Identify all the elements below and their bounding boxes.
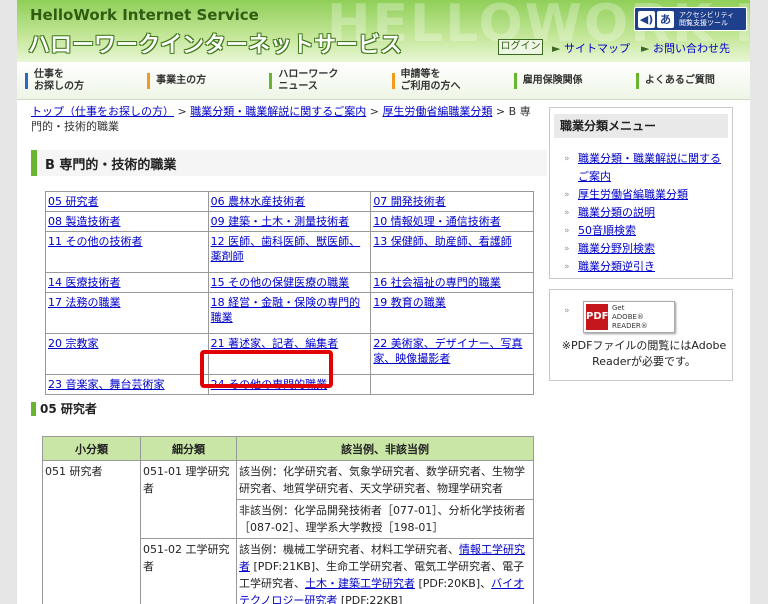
adobe-reader-box: » PDF Get ADOBE® READER® ※PDFファイルの閲覧にはAd… [549, 289, 733, 381]
speaker-icon: ◀) [638, 10, 655, 28]
nav-applications[interactable]: 申請等を ご利用の方へ [384, 62, 506, 99]
adobe-reader-label: Get ADOBE® READER® [612, 303, 648, 330]
double-arrow-icon: » [564, 226, 570, 236]
pdf-note: ※PDFファイルの閲覧にはAdobe Readerが必要です。 [561, 339, 727, 368]
site-logo-english[interactable]: HelloWork Internet Service [30, 6, 259, 24]
classification-detail-table: 小分類 細分類 該当例、非該当例 051 研究者 051-01 理学研究者 該当… [42, 436, 534, 604]
nav-marker [391, 72, 395, 89]
double-arrow-icon: » [564, 262, 570, 272]
double-arrow-icon: » [564, 190, 570, 200]
arrow-right-icon: ► [641, 42, 653, 55]
occupation-link[interactable]: 15 その他の保健医療の職業 [211, 276, 350, 289]
accessibility-label: アクセシビリティ 閲覧支援ツール [679, 11, 735, 27]
breadcrumb-top-link[interactable]: トップ（仕事をお探しの方） [31, 105, 174, 118]
breadcrumb-classification-link[interactable]: 厚生労働省編職業分類 [382, 105, 492, 118]
occupation-link[interactable]: 19 教育の職業 [373, 296, 446, 309]
nav-marker [513, 72, 517, 89]
occupation-link[interactable]: 08 製造技術者 [48, 215, 121, 228]
occupation-link[interactable]: 22 美術家、デザイナー、写真家、映像撮影者 [373, 337, 522, 365]
column-header: 該当例、非該当例 [236, 436, 534, 461]
global-nav: 仕事を お探しの方 事業主の方 ハローワーク ニュース 申請等を ご利用の方へ … [17, 62, 750, 100]
table-row: 051 研究者 051-01 理学研究者 該当例：化学研究者、気象学研究者、数学… [42, 460, 534, 604]
table-row: 05 研究者 06 農林水産技術者 07 開発技術者 [45, 191, 534, 212]
hiragana-icon: あ [657, 10, 674, 28]
nav-faq[interactable]: よくあるご質問 [628, 62, 750, 99]
occupation-link[interactable]: 06 農林水産技術者 [211, 195, 306, 208]
sidebar-item: » 厚生労働省編職業分類 [564, 186, 728, 204]
nav-employment-insurance[interactable]: 雇用保険関係 [506, 62, 628, 99]
sitemap-link[interactable]: ► サイトマップ [552, 40, 630, 56]
page: HELLOWORK INTER HelloWork Internet Servi… [17, 0, 750, 604]
occupation-link[interactable]: 17 法務の職業 [48, 296, 121, 309]
nav-marker [635, 72, 639, 89]
nav-news[interactable]: ハローワーク ニュース [261, 62, 383, 99]
table-row: 17 法務の職業 18 経営・金融・保険の専門的職業 19 教育の職業 [45, 292, 534, 334]
occupation-link[interactable]: 21 著述家、記者、編集者 [211, 337, 339, 350]
minor-class-cell: 051 研究者 [42, 460, 141, 604]
examples-cell: 該当例：機械工学研究者、材料工学研究者、情報工学研究者 [PDF:21KB]、生… [236, 538, 534, 604]
nav-job-seekers[interactable]: 仕事を お探しの方 [17, 62, 139, 99]
table-row: 11 その他の技術者 12 医師、歯科医師、獣医師、薬剤師 13 保健師、助産師… [45, 231, 534, 273]
heading-marker [31, 401, 36, 416]
detail-class-cell: 051-02 工学研究者 [140, 538, 237, 604]
sidebar-menu: 職業分類メニュー » 職業分類・職業解説に関するご案内 » 厚生労働省編職業分類 »… [549, 107, 733, 279]
double-arrow-icon: » [564, 208, 570, 218]
nav-marker [25, 72, 28, 89]
login-button[interactable]: ログイン [498, 39, 543, 55]
subsection-heading: 05 研究者 [31, 400, 97, 417]
occupation-link[interactable]: 12 医師、歯科医師、獣医師、薬剤師 [211, 235, 361, 263]
occupation-link[interactable]: 09 建築・土木・測量技術者 [211, 215, 350, 228]
non-examples-cell: 非該当例：化学品開発技術者［077-01］、分析化学技術者［087-02］、理学… [236, 499, 534, 539]
double-arrow-icon: » [564, 306, 570, 316]
occupation-link[interactable]: 07 開発技術者 [373, 195, 446, 208]
nav-employers[interactable]: 事業主の方 [139, 62, 261, 99]
sidebar-item: » 職業分類逆引き [564, 258, 728, 276]
page-title: B 専門的・技術的職業 [31, 150, 547, 176]
double-arrow-icon: » [564, 244, 570, 254]
occupation-link[interactable]: 11 その他の技術者 [48, 235, 143, 248]
pdf-icon: PDF [586, 304, 608, 330]
sidebar-title: 職業分類メニュー [554, 114, 728, 138]
column-header: 小分類 [42, 436, 141, 461]
arrow-right-icon: ► [552, 42, 564, 55]
double-arrow-icon: » [564, 154, 570, 164]
sidebar-item: » 職業分類・職業解説に関するご案内 [564, 152, 721, 183]
site-header: HELLOWORK INTER HelloWork Internet Servi… [17, 0, 750, 62]
occupation-link[interactable]: 05 研究者 [48, 195, 99, 208]
accessibility-tool-button[interactable]: ◀) あ アクセシビリティ 閲覧支援ツール [634, 7, 747, 31]
occupation-link[interactable]: 13 保健師、助産師、看護師 [373, 235, 512, 248]
occupation-link[interactable]: 20 宗教家 [48, 337, 99, 350]
nav-marker [269, 72, 273, 89]
detail-class-cell: 051-01 理学研究者 [140, 460, 237, 539]
empty-cell [370, 374, 534, 395]
breadcrumb: トップ（仕事をお探しの方） > 職業分類・職業解説に関するご案内 > 厚生労働省… [31, 105, 531, 133]
nav-marker [147, 72, 151, 89]
contact-link[interactable]: ► お問い合わせ先 [641, 40, 730, 56]
breadcrumb-guide-link[interactable]: 職業分類・職業解説に関するご案内 [190, 105, 366, 118]
occupation-link[interactable]: 16 社会福祉の専門的職業 [373, 276, 501, 289]
occupation-link[interactable]: 23 音楽家、舞台芸術家 [48, 378, 165, 391]
occupation-link[interactable]: 14 医療技術者 [48, 276, 121, 289]
table-row: 08 製造技術者 09 建築・土木・測量技術者 10 情報処理・通信技術者 [45, 211, 534, 232]
table-header-row: 小分類 細分類 該当例、非該当例 [42, 436, 534, 461]
highlight-annotation [200, 350, 333, 388]
sidebar-item: » 50音順検索 [564, 222, 728, 240]
pdf-link[interactable]: 土木・建築工学研究者 [305, 577, 415, 590]
occupation-link[interactable]: 10 情報処理・通信技術者 [373, 215, 501, 228]
occupation-link[interactable]: 18 経営・金融・保険の専門的職業 [211, 296, 361, 324]
sidebar-item: » 職業分野別検索 [564, 240, 728, 258]
sidebar-item: » 職業分類の説明 [564, 204, 728, 222]
get-adobe-reader-button[interactable]: PDF Get ADOBE® READER® [583, 301, 675, 333]
site-logo[interactable]: ハローワークインターネットサービス [28, 27, 402, 59]
examples-cell: 該当例：化学研究者、気象学研究者、数学研究者、生物学研究者、地質学研究者、天文学… [236, 460, 534, 500]
column-header: 細分類 [140, 436, 237, 461]
table-row: 14 医療技術者 15 その他の保健医療の職業 16 社会福祉の専門的職業 [45, 272, 534, 293]
